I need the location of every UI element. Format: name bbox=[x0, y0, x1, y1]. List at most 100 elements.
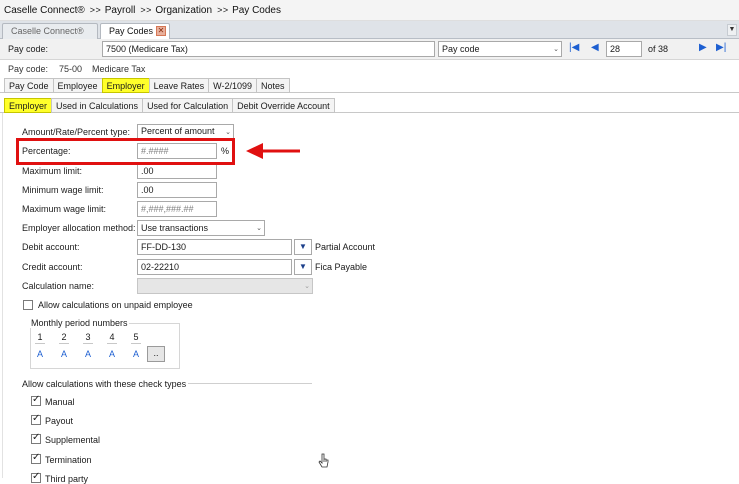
annotation-highlight-box bbox=[16, 138, 235, 165]
credit-account-description: Fica Payable bbox=[315, 262, 368, 272]
period-value[interactable]: A bbox=[57, 349, 71, 359]
monthly-period-title: Monthly period numbers bbox=[30, 318, 129, 328]
debit-account-input[interactable]: FF-DD-130 bbox=[137, 239, 292, 255]
amount-type-select[interactable]: Percent of amount ⌄ bbox=[137, 124, 234, 139]
period-number: 1 bbox=[37, 332, 43, 342]
period-number: 5 bbox=[133, 332, 139, 342]
breadcrumb: Caselle Connect® > > Payroll > > Organiz… bbox=[0, 0, 739, 21]
credit-account-input[interactable]: 02-22210 bbox=[137, 259, 292, 275]
period-value[interactable]: A bbox=[129, 349, 143, 359]
subtab-used-for-calculation[interactable]: Used for Calculation bbox=[142, 98, 233, 113]
debit-account-label: Debit account: bbox=[22, 242, 80, 252]
chevron-down-icon: ⌄ bbox=[225, 129, 231, 136]
first-record-icon[interactable]: |◀ bbox=[569, 42, 579, 54]
breadcrumb-item-pay-codes[interactable]: Pay Codes bbox=[232, 5, 281, 16]
info-name: Medicare Tax bbox=[92, 64, 146, 74]
next-record-icon[interactable]: ▶ bbox=[699, 42, 707, 54]
allocation-method-value: Use transactions bbox=[141, 223, 209, 233]
check-type-supplemental-checkbox[interactable] bbox=[31, 432, 41, 444]
allocation-method-select[interactable]: Use transactions ⌄ bbox=[137, 220, 265, 236]
mouse-cursor-icon bbox=[318, 453, 329, 468]
doc-tab-label: Caselle Connect® bbox=[11, 26, 84, 36]
record-count: of 38 bbox=[648, 44, 669, 54]
period-number: 3 bbox=[85, 332, 91, 342]
divider bbox=[188, 383, 312, 384]
doc-tab-caselle-connect[interactable]: Caselle Connect® bbox=[2, 23, 98, 39]
close-icon[interactable]: ✕ bbox=[156, 26, 166, 36]
doc-tab-pay-codes[interactable]: Pay Codes ✕ bbox=[100, 23, 170, 40]
tab-employer[interactable]: Employer bbox=[101, 78, 149, 93]
credit-account-lookup-icon[interactable]: ▼ bbox=[294, 259, 312, 275]
calculation-name-label: Calculation name: bbox=[22, 281, 95, 291]
breadcrumb-separator: > > bbox=[217, 5, 228, 15]
check-type-payout-checkbox[interactable] bbox=[31, 413, 41, 425]
credit-account-label: Credit account: bbox=[22, 262, 83, 272]
debit-account-lookup-icon[interactable]: ▼ bbox=[294, 239, 312, 255]
breadcrumb-separator: > > bbox=[140, 5, 151, 15]
check-type-termination-checkbox[interactable] bbox=[31, 452, 41, 464]
info-label: Pay code: bbox=[8, 64, 49, 74]
max-wage-label: Maximum wage limit: bbox=[22, 204, 107, 214]
period-value[interactable]: A bbox=[81, 349, 95, 359]
breadcrumb-item-organization[interactable]: Organization bbox=[155, 5, 212, 16]
last-record-icon[interactable]: ▶| bbox=[716, 42, 726, 54]
check-type-manual-checkbox[interactable] bbox=[31, 394, 41, 406]
check-type-termination-label: Termination bbox=[45, 455, 92, 465]
breadcrumb-item-caselle[interactable]: Caselle Connect® bbox=[4, 5, 85, 16]
check-types-title: Allow calculations with these check type… bbox=[22, 379, 187, 389]
tab-leave-rates[interactable]: Leave Rates bbox=[148, 78, 209, 93]
doc-tab-label: Pay Codes bbox=[109, 26, 154, 36]
divider bbox=[59, 343, 69, 344]
pay-code-input[interactable]: 7500 (Medicare Tax) bbox=[102, 41, 435, 57]
pay-code-info: Pay code: 75-00 Medicare Tax bbox=[0, 61, 739, 77]
period-value[interactable]: A bbox=[33, 349, 47, 359]
record-number-input[interactable]: 28 bbox=[606, 41, 642, 57]
period-number: 4 bbox=[109, 332, 115, 342]
allow-unpaid-label: Allow calculations on unpaid employee bbox=[38, 300, 193, 310]
more-periods-button[interactable]: .. bbox=[147, 346, 165, 362]
subtab-employer[interactable]: Employer bbox=[4, 98, 52, 113]
allow-unpaid-checkbox[interactable] bbox=[23, 300, 33, 310]
divider bbox=[131, 343, 141, 344]
divider bbox=[83, 343, 93, 344]
period-number: 2 bbox=[61, 332, 67, 342]
tab-employee[interactable]: Employee bbox=[52, 78, 102, 93]
tab-notes[interactable]: Notes bbox=[255, 78, 290, 93]
subtab-used-in-calculations[interactable]: Used in Calculations bbox=[51, 98, 143, 113]
debit-account-description: Partial Account bbox=[315, 242, 376, 252]
period-value[interactable]: A bbox=[105, 349, 119, 359]
lookup-by-value: Pay code bbox=[442, 44, 480, 54]
check-type-payout-label: Payout bbox=[45, 416, 74, 426]
info-number: 75-00 bbox=[59, 64, 83, 74]
chevron-down-icon: ⌄ bbox=[304, 283, 310, 290]
employer-form-panel bbox=[2, 113, 737, 478]
tab-pay-code[interactable]: Pay Code bbox=[4, 78, 53, 93]
sub-tab-strip: Employer Used in Calculations Used for C… bbox=[4, 98, 335, 113]
max-limit-input[interactable]: .00 bbox=[137, 163, 217, 179]
amount-type-label: Amount/Rate/Percent type: bbox=[22, 127, 131, 137]
chevron-down-icon: ⌄ bbox=[256, 225, 262, 232]
breadcrumb-item-payroll[interactable]: Payroll bbox=[105, 5, 136, 16]
tab-overflow-dropdown-icon[interactable]: ▼ bbox=[727, 24, 737, 36]
max-wage-input[interactable]: #,###,###.## bbox=[137, 201, 217, 217]
min-wage-input[interactable]: .00 bbox=[137, 182, 217, 198]
calculation-name-select[interactable]: ⌄ bbox=[137, 278, 313, 294]
tab-w2-1099[interactable]: W-2/1099 bbox=[208, 78, 256, 93]
pay-code-label: Pay code: bbox=[8, 44, 49, 54]
section-tab-strip: Pay Code Employee Employer Leave Rates W… bbox=[4, 78, 290, 93]
lookup-by-select[interactable]: Pay code ⌄ bbox=[438, 41, 562, 57]
chevron-down-icon: ⌄ bbox=[553, 46, 559, 53]
document-tab-bar: Caselle Connect® Pay Codes ✕ bbox=[0, 21, 739, 40]
check-type-supplemental-label: Supplemental bbox=[45, 435, 101, 445]
check-type-third-party-label: Third party bbox=[45, 474, 89, 484]
max-limit-label: Maximum limit: bbox=[22, 166, 82, 176]
divider bbox=[35, 343, 45, 344]
subtab-debit-override-account[interactable]: Debit Override Account bbox=[232, 98, 335, 113]
previous-record-icon[interactable]: ◀ bbox=[591, 42, 599, 54]
check-type-manual-label: Manual bbox=[45, 397, 75, 407]
min-wage-label: Minimum wage limit: bbox=[22, 185, 104, 195]
check-type-third-party-checkbox[interactable] bbox=[31, 471, 41, 483]
annotation-arrow-icon bbox=[246, 143, 300, 159]
breadcrumb-separator: > > bbox=[89, 5, 101, 15]
amount-type-value: Percent of amount bbox=[141, 126, 215, 136]
